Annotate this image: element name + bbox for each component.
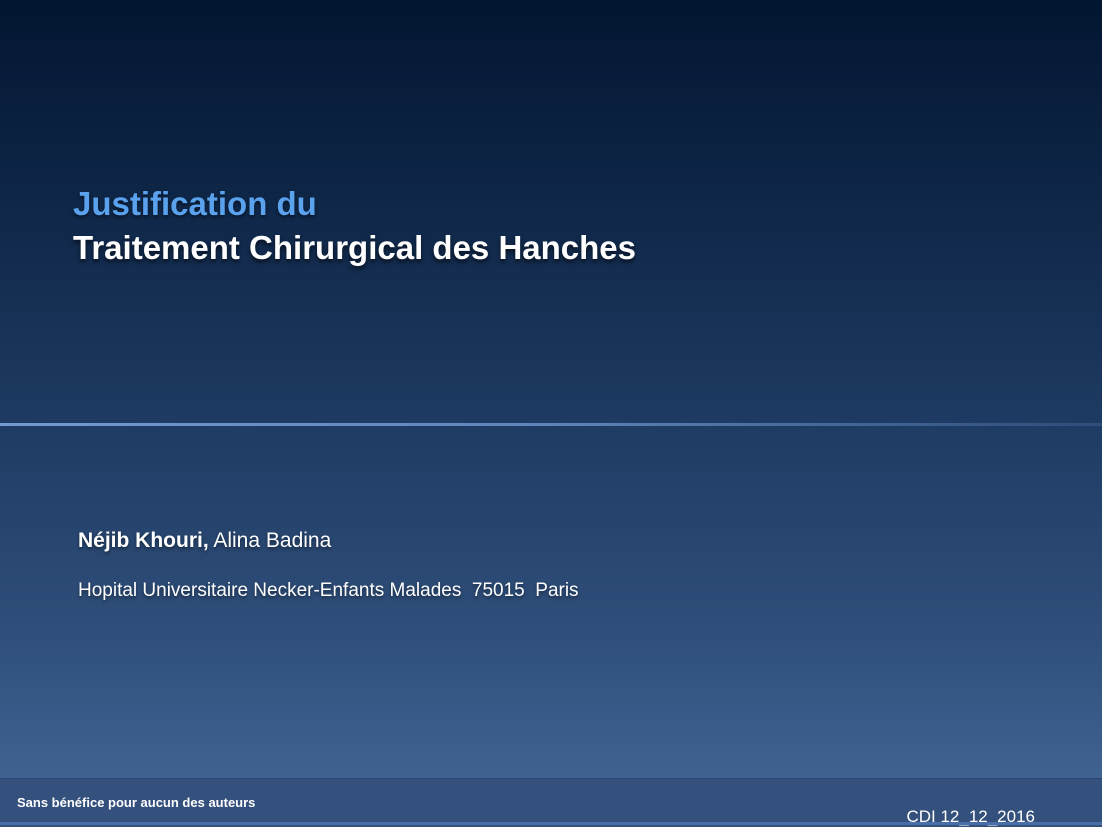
slide-title: Justification du Traitement Chirurgical … bbox=[73, 183, 973, 271]
footer-band: Sans bénéfice pour aucun des auteurs CDI… bbox=[0, 778, 1102, 827]
slide: { "slide": { "title_line1": "Justificati… bbox=[0, 0, 1102, 827]
title-line-primary: Justification du bbox=[73, 185, 317, 222]
horizontal-divider bbox=[0, 423, 1102, 426]
title-line-secondary: Traitement Chirurgical des Hanches bbox=[73, 229, 637, 266]
slide-date-label: CDI 12_12_2016 bbox=[906, 807, 1035, 826]
disclaimer-text: Sans bénéfice pour aucun des auteurs bbox=[17, 795, 256, 810]
author-list: Néjib Khouri, Alina Badina bbox=[78, 529, 331, 553]
co-authors: Alina Badina bbox=[208, 529, 332, 552]
affiliation: Hopital Universitaire Necker-Enfants Mal… bbox=[78, 580, 579, 601]
lead-author: Néjib Khouri, bbox=[78, 529, 209, 552]
